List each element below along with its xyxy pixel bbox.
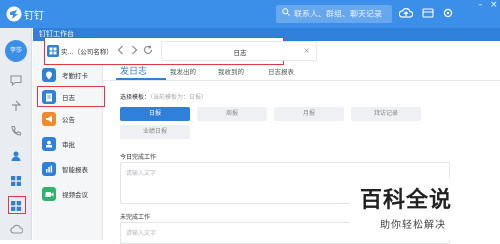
forward-button[interactable] xyxy=(127,44,141,58)
cloud-upload-icon xyxy=(398,7,414,21)
nav-item-approval[interactable]: 审批 xyxy=(33,133,103,155)
chevron-right-icon xyxy=(131,45,138,57)
app-title: 钉钉 xyxy=(24,11,44,22)
search-icon xyxy=(282,5,290,23)
watermark-subtitle: 助你轻松解决 xyxy=(380,220,446,231)
refresh-button[interactable] xyxy=(141,44,155,58)
today-work-placeholder: 请输入文字 xyxy=(126,170,157,177)
apps-grid-icon[interactable] xyxy=(8,198,24,214)
top-bar: 钉钉 联系人、群组、聊天记录 – × xyxy=(0,0,500,28)
chevron-left-icon xyxy=(117,45,124,57)
video-camera-icon xyxy=(42,187,56,201)
tab-log[interactable]: 日志 × xyxy=(161,41,317,61)
tab-send-log[interactable]: 发日志 xyxy=(120,64,147,77)
left-rail: 李莎 xyxy=(0,28,32,240)
template-monthly-button[interactable]: 月报 xyxy=(274,107,344,121)
tab-sent-by-me[interactable]: 我发出的 xyxy=(170,66,196,76)
template-label: 选择模板：（当前模板为：日报） xyxy=(120,92,207,101)
template-daily-button[interactable]: 日报 xyxy=(120,107,190,121)
contacts-icon[interactable] xyxy=(8,148,24,164)
approval-icon xyxy=(42,137,56,151)
nav-item-announcement[interactable]: 公告 xyxy=(33,108,103,130)
nav-item-label: 视频会议 xyxy=(62,191,88,199)
settings-button[interactable] xyxy=(440,5,456,23)
search-input[interactable]: 联系人、群组、聊天记录 xyxy=(276,5,392,23)
cloud-disk-icon[interactable] xyxy=(8,221,24,237)
dingtalk-logo-icon xyxy=(6,6,22,22)
template-label-text: 选择模板： xyxy=(120,94,151,101)
search-placeholder: 联系人、群组、聊天记录 xyxy=(294,9,382,19)
template-visit-button[interactable]: 拜访记录 xyxy=(351,107,421,121)
announcement-icon xyxy=(42,112,56,126)
template-performance-button[interactable]: 业绩日报 xyxy=(120,125,190,139)
avatar[interactable]: 李莎 xyxy=(5,40,27,62)
nav-item-video-meeting[interactable]: 视频会议 xyxy=(33,183,103,205)
apps-grid-icon[interactable] xyxy=(47,45,59,57)
nav-item-smart-report[interactable]: 智能报表 xyxy=(33,158,103,180)
workbench-nav: 考勤打卡 日志 公告 审批 智能报表 视频会议 xyxy=(33,41,103,240)
log-nav-highlight xyxy=(37,86,105,107)
location-icon xyxy=(42,68,56,82)
messages-icon[interactable] xyxy=(8,72,24,88)
today-work-label: 今日完成工作 xyxy=(120,154,157,161)
nav-item-label: 智能报表 xyxy=(62,166,88,174)
nav-item-attendance[interactable]: 考勤打卡 xyxy=(33,64,103,86)
pending-work-placeholder: 请输入文字 xyxy=(126,230,157,237)
back-button[interactable] xyxy=(113,44,127,58)
tab-label: 日志 xyxy=(233,49,247,57)
template-weekly-button[interactable]: 周报 xyxy=(197,107,267,121)
nav-item-label: 考勤打卡 xyxy=(62,72,88,80)
refresh-icon xyxy=(143,45,153,57)
tools-button[interactable] xyxy=(420,5,436,23)
nav-item-label: 审批 xyxy=(62,141,75,149)
tab-divider xyxy=(103,80,500,81)
watermark-title: 百科全说 xyxy=(360,188,453,213)
cloud-upload-button[interactable] xyxy=(398,5,414,23)
report-icon xyxy=(42,162,56,176)
gear-icon xyxy=(442,7,454,21)
pending-work-label: 未完成工作 xyxy=(120,214,151,221)
nav-item-label: 公告 xyxy=(62,116,75,124)
watermark: 百科全说 助你轻松解决 xyxy=(350,178,500,240)
tab-close-icon[interactable]: × xyxy=(303,46,310,55)
browser-toolbar: 实...（公司名称） 日志 × xyxy=(44,37,317,65)
tab-log-report[interactable]: 日志报表 xyxy=(268,66,294,76)
minimize-button[interactable]: – xyxy=(478,0,483,10)
company-breadcrumb: 实...（公司名称） xyxy=(61,48,113,56)
phone-icon[interactable] xyxy=(8,123,24,139)
template-hint: （当前模板为：日报） xyxy=(150,94,208,101)
close-window-button[interactable]: × xyxy=(490,0,498,10)
tab-received[interactable]: 我收到的 xyxy=(218,66,244,76)
workbench-icon[interactable] xyxy=(8,173,24,189)
ding-icon[interactable] xyxy=(8,98,24,114)
tools-icon xyxy=(422,7,434,21)
